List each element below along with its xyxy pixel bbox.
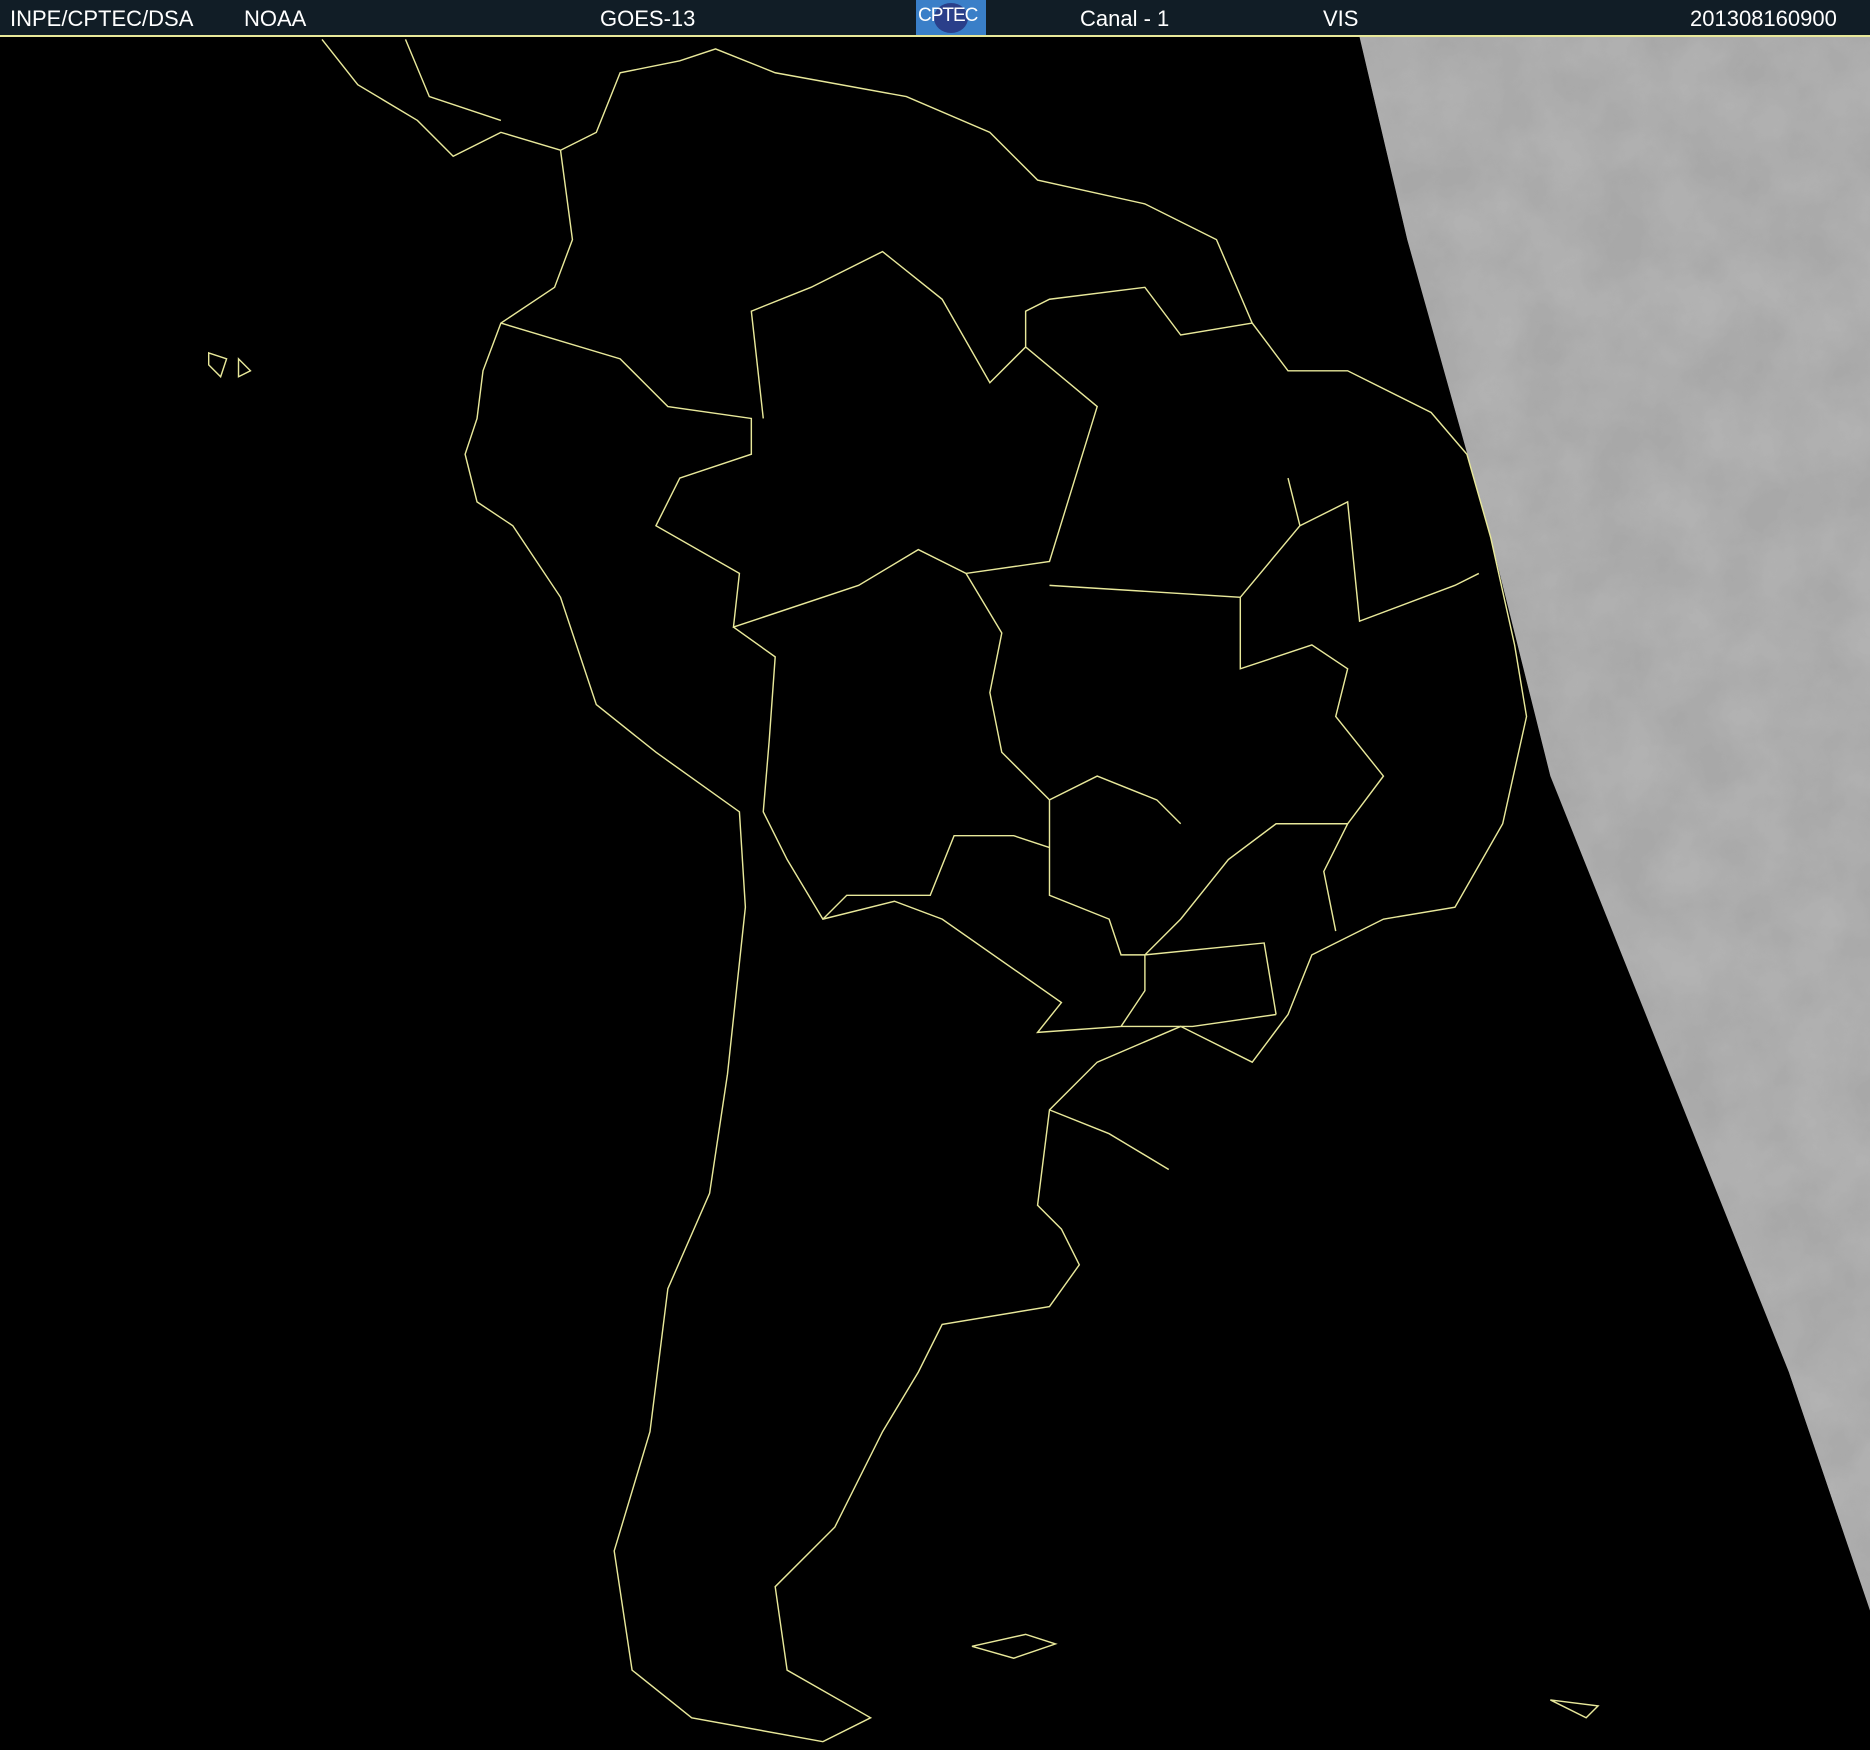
channel-label: Canal - 1 [1080,6,1170,31]
header-bar: INPE/CPTEC/DSA NOAA GOES-13 CPTEC Canal … [0,0,1870,37]
agency-label: NOAA [244,6,307,31]
cptec-logo: CPTEC [916,0,986,35]
timestamp-label: 201308160900 [1690,6,1837,31]
satellite-label: GOES-13 [600,6,696,31]
satellite-image [0,37,1870,1750]
institution-label: INPE/CPTEC/DSA [10,6,194,31]
band-label: VIS [1323,6,1359,31]
logo-text: CPTEC [918,5,978,26]
